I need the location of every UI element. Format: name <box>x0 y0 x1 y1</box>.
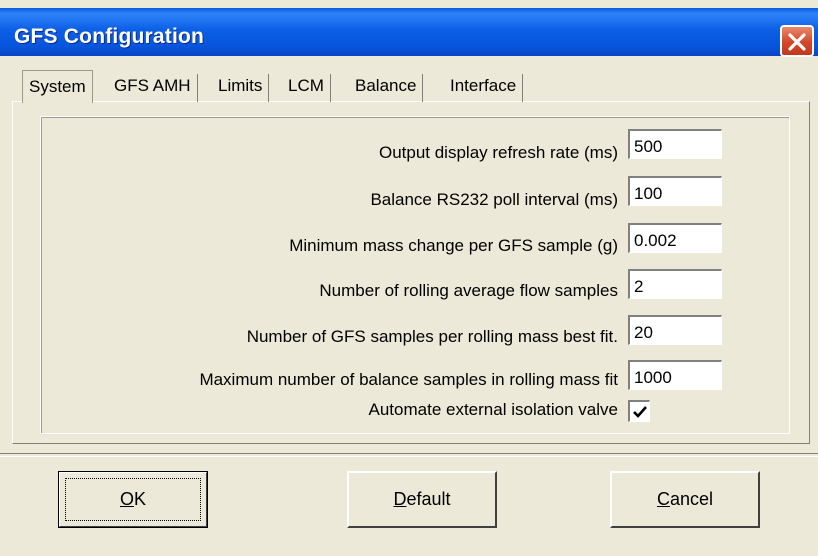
tab-balance[interactable]: Balance <box>349 74 424 102</box>
gfs-configuration-dialog: GFS Configuration System GFS AMH Limits … <box>0 0 818 556</box>
max-balance-samples-field[interactable] <box>628 360 722 390</box>
tab-gfs-amh[interactable]: GFS AMH <box>108 74 198 102</box>
setting-label: Minimum mass change per GFS sample (g) <box>289 236 618 255</box>
setting-label: Maximum number of balance samples in rol… <box>199 370 618 389</box>
separator <box>0 453 818 457</box>
setting-label: Balance RS232 poll interval (ms) <box>370 190 618 209</box>
close-button[interactable] <box>780 25 814 57</box>
default-access-key: D <box>393 489 407 509</box>
tab-label: Interface <box>450 76 517 95</box>
tab-label: GFS AMH <box>114 76 191 95</box>
cancel-access-key: C <box>656 489 670 509</box>
gfs-samples-field[interactable] <box>628 315 722 345</box>
tab-label: Limits <box>218 76 263 95</box>
tab-label: LCM <box>288 76 324 95</box>
checkmark-icon <box>633 406 647 418</box>
rolling-flow-samples-field[interactable] <box>628 269 722 299</box>
focus-rectangle <box>65 478 201 521</box>
tab-label: System <box>29 77 86 96</box>
tab-lcm[interactable]: LCM <box>282 74 331 102</box>
close-icon <box>788 33 806 51</box>
poll-interval-field[interactable] <box>628 176 722 206</box>
ok-button[interactable]: OK <box>58 471 208 528</box>
isolation-valve-checkbox[interactable] <box>628 400 650 422</box>
window-title: GFS Configuration <box>14 25 205 48</box>
refresh-rate-field[interactable] <box>628 129 722 159</box>
default-button[interactable]: Default <box>347 471 497 528</box>
isolation-valve-label: Automate external isolation valve <box>368 400 618 419</box>
default-label: efault <box>406 489 451 509</box>
tab-interface[interactable]: Interface <box>444 74 524 102</box>
setting-label: Output display refresh rate (ms) <box>378 143 618 162</box>
tab-label: Balance <box>355 76 417 95</box>
setting-label: Number of GFS samples per rolling mass b… <box>246 327 618 346</box>
tab-limits[interactable]: Limits <box>212 74 270 102</box>
title-bar[interactable]: GFS Configuration <box>0 8 818 57</box>
min-mass-change-field[interactable] <box>628 223 722 253</box>
setting-label: Number of rolling average flow samples <box>319 281 618 300</box>
cancel-button[interactable]: Cancel <box>610 471 760 528</box>
tab-system[interactable]: System <box>22 70 93 103</box>
cancel-label: ancel <box>669 489 714 509</box>
